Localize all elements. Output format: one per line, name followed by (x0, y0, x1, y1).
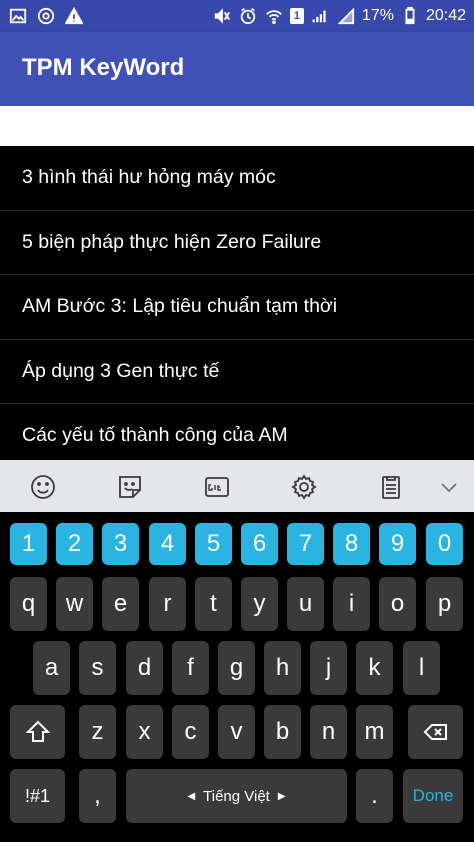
clock: 20:42 (425, 7, 466, 24)
done-button[interactable]: Done (403, 769, 463, 823)
settings-gear-icon[interactable] (289, 472, 319, 502)
alarm-icon (238, 6, 258, 26)
key-8[interactable]: 8 (333, 523, 370, 565)
gif-icon[interactable] (202, 472, 232, 502)
emoji-icon[interactable] (28, 472, 58, 502)
key-z[interactable]: z (79, 705, 116, 759)
key-m[interactable]: m (356, 705, 393, 759)
symbols-key[interactable]: !#1 (10, 769, 65, 823)
list-item[interactable]: Áp dụng 3 Gen thực tế (0, 340, 474, 404)
shift-key[interactable] (10, 705, 65, 759)
key-t[interactable]: t (195, 577, 232, 631)
sim-badge: 1 (289, 8, 304, 24)
wifi-icon (264, 6, 284, 26)
key-e[interactable]: e (102, 577, 139, 631)
arrow-left-icon: ◀ (187, 790, 196, 802)
search-input[interactable] (0, 106, 474, 146)
key-n[interactable]: n (310, 705, 347, 759)
key-i[interactable]: i (333, 577, 370, 631)
mute-icon (212, 6, 232, 26)
key-s[interactable]: s (79, 641, 116, 695)
list-item[interactable]: AM Bước 3: Lập tiêu chuẩn tạm thời (0, 275, 474, 340)
list-item[interactable]: 3 hình thái hư hỏng máy móc (0, 146, 474, 211)
clipboard-icon[interactable] (376, 472, 406, 502)
page-title: TPM KeyWord (22, 54, 185, 81)
key-9[interactable]: 9 (379, 523, 416, 565)
key-7[interactable]: 7 (287, 523, 324, 565)
key-o[interactable]: o (379, 577, 416, 631)
battery-icon (400, 6, 420, 26)
arrow-right-icon: ▶ (277, 790, 286, 802)
keyboard-toolbar (0, 460, 474, 512)
key-j[interactable]: j (310, 641, 347, 695)
backspace-icon (423, 724, 447, 740)
battery-percent: 17% (361, 7, 394, 24)
keyword-list: 3 hình thái hư hỏng máy móc 5 biện pháp … (0, 146, 474, 460)
keyboard: 1 2 3 4 5 6 7 8 9 0 q w e r t y u i o p … (0, 512, 474, 842)
key-h[interactable]: h (264, 641, 301, 695)
chevron-down-icon[interactable] (434, 472, 464, 502)
sticker-icon[interactable] (115, 472, 145, 502)
key-1[interactable]: 1 (10, 523, 47, 565)
key-3[interactable]: 3 (102, 523, 139, 565)
backspace-key[interactable] (408, 705, 463, 759)
key-6[interactable]: 6 (241, 523, 278, 565)
period-key[interactable]: . (356, 769, 393, 823)
key-x[interactable]: x (126, 705, 163, 759)
comma-key[interactable]: , (79, 769, 116, 823)
key-l[interactable]: l (403, 641, 440, 695)
list-item[interactable]: 5 biện pháp thực hiện Zero Failure (0, 211, 474, 275)
status-bar: 1 17% 20:42 (0, 0, 474, 32)
key-c[interactable]: c (172, 705, 209, 759)
key-k[interactable]: k (356, 641, 393, 695)
key-q[interactable]: q (10, 577, 47, 631)
gallery-icon (8, 6, 28, 26)
key-f[interactable]: f (172, 641, 209, 695)
app-bar: TPM KeyWord (0, 32, 474, 106)
list-item[interactable]: Các yếu tố thành công của AM (0, 404, 474, 460)
warning-icon (64, 6, 84, 26)
shift-arrow-icon (25, 720, 50, 742)
key-0[interactable]: 0 (426, 523, 463, 565)
space-key[interactable]: ◀ Tiếng Việt ▶ (126, 769, 347, 823)
camera-app-icon (36, 6, 56, 26)
signal-2-icon (336, 6, 356, 26)
signal-icon (310, 6, 330, 26)
key-d[interactable]: d (126, 641, 163, 695)
key-2[interactable]: 2 (56, 523, 93, 565)
key-a[interactable]: a (33, 641, 70, 695)
key-g[interactable]: g (218, 641, 255, 695)
key-4[interactable]: 4 (149, 523, 186, 565)
key-5[interactable]: 5 (195, 523, 232, 565)
space-label: Tiếng Việt (203, 787, 270, 805)
key-r[interactable]: r (149, 577, 186, 631)
key-v[interactable]: v (218, 705, 255, 759)
key-p[interactable]: p (426, 577, 463, 631)
key-u[interactable]: u (287, 577, 324, 631)
key-w[interactable]: w (56, 577, 93, 631)
key-b[interactable]: b (264, 705, 301, 759)
key-y[interactable]: y (241, 577, 278, 631)
